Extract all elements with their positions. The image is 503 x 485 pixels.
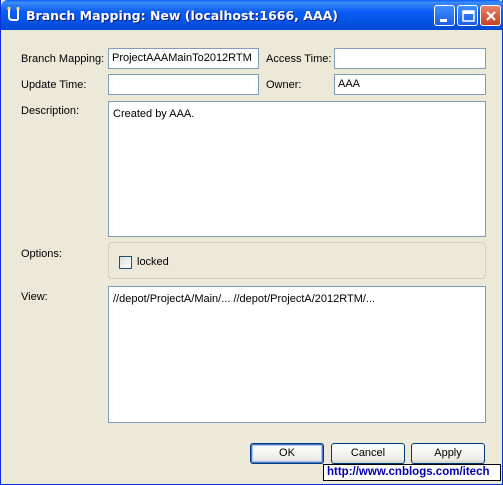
description-field[interactable]: Created by AAA.	[108, 101, 486, 237]
close-icon	[486, 11, 496, 21]
locked-label[interactable]: locked	[137, 256, 169, 268]
update-time-label: Update Time:	[21, 79, 87, 91]
options-label: Options:	[21, 248, 62, 260]
branch-mapping-field[interactable]: ProjectAAAMainTo2012RTM	[108, 48, 259, 69]
view-field[interactable]: //depot/ProjectA/Main/... //depot/Projec…	[108, 286, 486, 423]
window-title: Branch Mapping: New (localhost:1666, AAA…	[26, 8, 339, 23]
close-button[interactable]	[480, 5, 501, 26]
title-bar[interactable]: Branch Mapping: New (localhost:1666, AAA…	[1, 0, 503, 30]
locked-checkbox[interactable]	[119, 256, 132, 269]
branch-mapping-dialog: Branch Mapping: New (localhost:1666, AAA…	[0, 0, 503, 485]
view-label: View:	[21, 291, 48, 303]
maximize-button[interactable]	[457, 5, 478, 26]
watermark-url: http://www.cnblogs.com/itech	[323, 464, 501, 481]
owner-field[interactable]: AAA	[334, 74, 486, 95]
update-time-field[interactable]	[108, 74, 259, 95]
minimize-button[interactable]	[434, 5, 455, 26]
access-time-label: Access Time:	[266, 53, 332, 65]
apply-button[interactable]: Apply	[411, 443, 485, 464]
description-label: Description:	[21, 105, 80, 117]
ok-button[interactable]: OK	[250, 443, 324, 464]
branch-mapping-icon	[6, 6, 22, 23]
access-time-field[interactable]	[334, 48, 486, 69]
options-group: locked	[108, 242, 486, 279]
maximize-icon	[462, 10, 475, 22]
cancel-button[interactable]: Cancel	[331, 443, 405, 464]
minimize-icon	[440, 19, 447, 22]
owner-label: Owner:	[266, 79, 302, 91]
branch-mapping-label: Branch Mapping:	[21, 53, 105, 65]
